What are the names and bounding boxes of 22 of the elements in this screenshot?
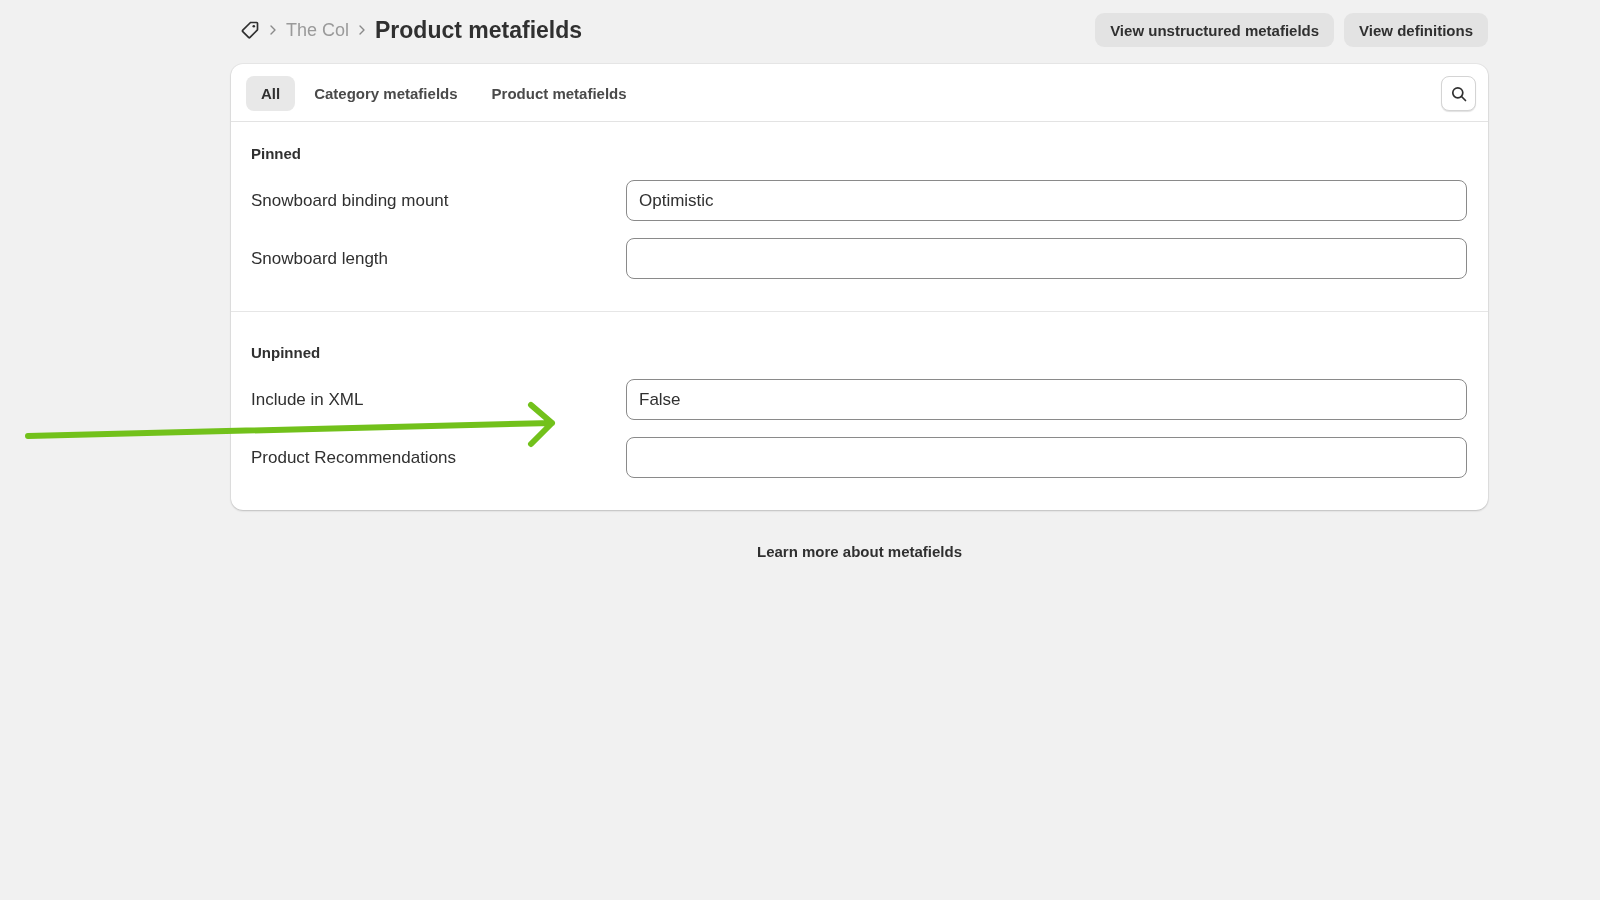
tab[interactable]: All (246, 76, 296, 111)
tag-icon[interactable] (240, 20, 260, 40)
section-heading: Unpinned (251, 344, 322, 361)
header-action-button[interactable]: View definitions (1344, 13, 1488, 47)
field-label: Snowboard length (251, 248, 390, 269)
text-field[interactable]: False (626, 379, 1467, 420)
search-button[interactable] (1441, 76, 1476, 111)
chevron-icon (359, 25, 366, 35)
learn-more-link[interactable]: Learn more about metafields (756, 543, 963, 560)
text-field[interactable] (626, 437, 1467, 478)
field-label: Product Recommendations (251, 447, 458, 468)
text-field[interactable]: Optimistic (626, 180, 1467, 221)
field-label: Snowboard binding mount (251, 190, 450, 211)
header-action-button[interactable]: View unstructured metafields (1095, 13, 1335, 47)
field-label: Include in XML (251, 389, 365, 410)
tab[interactable]: Product metafields (476, 76, 642, 111)
text-field[interactable] (626, 238, 1467, 279)
tab[interactable]: Category metafields (299, 76, 473, 111)
search-icon (1450, 85, 1467, 102)
page-title: Product metafields (375, 16, 583, 44)
chevron-icon (270, 25, 276, 35)
section-heading: Pinned (251, 145, 302, 162)
